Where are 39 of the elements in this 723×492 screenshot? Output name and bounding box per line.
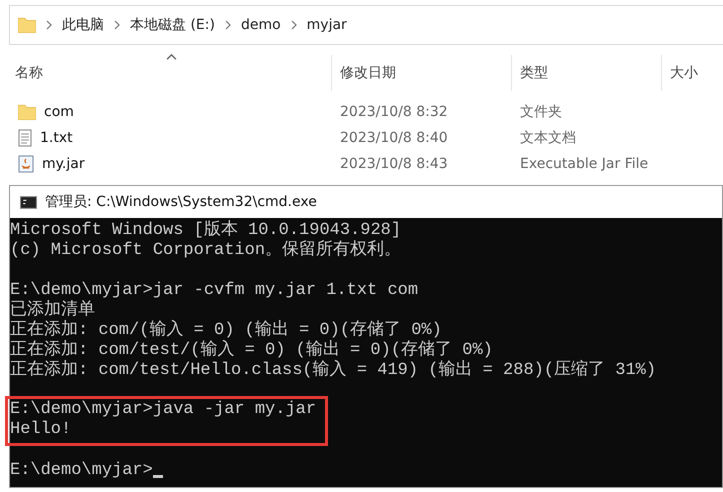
file-date: 2023/10/8 8:43 bbox=[340, 156, 448, 172]
folder-icon bbox=[18, 104, 36, 120]
console-line: (c) Microsoft Corporation。保留所有权利。 bbox=[10, 241, 402, 261]
address-bar[interactable]: 此电脑 本地磁盘 (E:) demo myjar bbox=[9, 5, 723, 45]
breadcrumb-item[interactable]: 本地磁盘 (E:) bbox=[130, 16, 215, 34]
breadcrumb-item[interactable]: 此电脑 bbox=[62, 16, 104, 34]
breadcrumb-item[interactable]: demo bbox=[240, 17, 281, 33]
window-title: 管理员: C:\Windows\System32\cmd.exe bbox=[45, 193, 317, 211]
console-line: Hello! bbox=[10, 420, 72, 440]
console-line: Microsoft Windows [版本 10.0.19043.928] bbox=[10, 221, 402, 240]
column-header[interactable]: 大小 bbox=[670, 64, 698, 82]
console-line: E:\demo\myjar> bbox=[10, 461, 153, 481]
console-line: E:\demo\myjar>jar -cvfm my.jar 1.txt com bbox=[10, 281, 418, 300]
chevron-icon bbox=[290, 20, 297, 30]
file-type: Executable Jar File bbox=[520, 156, 648, 172]
console-icon bbox=[20, 196, 37, 208]
file-type: 文本文档 bbox=[520, 129, 576, 147]
column-header[interactable]: 修改日期 bbox=[340, 64, 396, 82]
text-file-icon bbox=[18, 129, 32, 147]
file-type: 文件夹 bbox=[520, 103, 562, 121]
chevron-icon bbox=[114, 20, 120, 30]
chevron-icon bbox=[224, 20, 231, 30]
console-line: 已添加清单 bbox=[10, 301, 95, 320]
console-line: E:\demo\myjar>java -jar my.jar bbox=[10, 400, 316, 420]
chevron-icon bbox=[46, 20, 52, 30]
console-line: 正在添加: com/(输入 = 0) (输出 = 0)(存储了 0%) bbox=[10, 321, 442, 340]
file-name[interactable]: com bbox=[44, 104, 74, 120]
console-line: 正在添加: com/test/(输入 = 0) (输出 = 0)(存储了 0%) bbox=[10, 341, 493, 360]
file-name[interactable]: my.jar bbox=[42, 156, 85, 172]
file-date: 2023/10/8 8:40 bbox=[340, 130, 448, 146]
column-header[interactable]: 类型 bbox=[520, 64, 548, 82]
java-file-icon bbox=[18, 155, 34, 173]
text-cursor bbox=[152, 475, 163, 478]
breadcrumb-item[interactable]: myjar bbox=[306, 17, 347, 33]
file-date: 2023/10/8 8:32 bbox=[340, 104, 448, 120]
console-line: 正在添加: com/test/Hello.class(输入 = 419) (输出 = 288)(压缩了 31%) bbox=[10, 361, 656, 381]
column-header[interactable]: 名称 bbox=[15, 64, 43, 82]
folder-icon bbox=[18, 17, 36, 33]
file-name[interactable]: 1.txt bbox=[40, 130, 73, 146]
